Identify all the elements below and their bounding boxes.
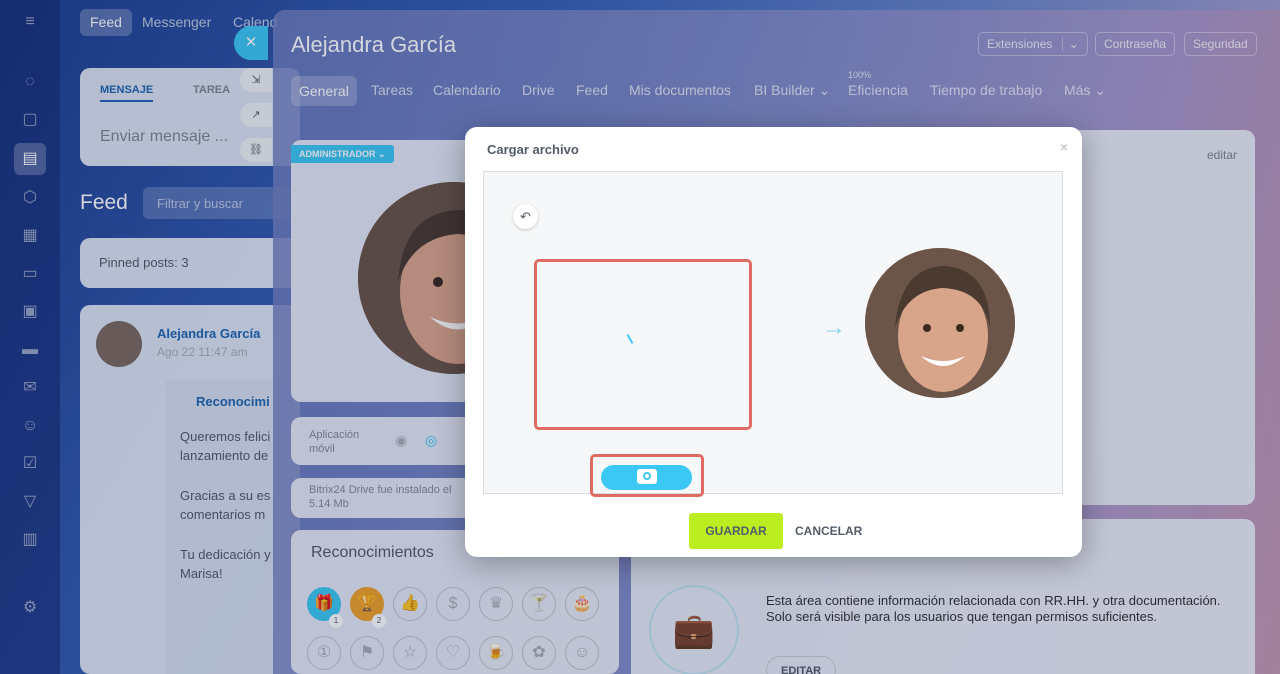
- save-button[interactable]: GUARDAR: [689, 513, 783, 549]
- dialog-title: Cargar archivo: [487, 142, 579, 157]
- arrow-right-icon: →: [822, 314, 846, 341]
- upload-dialog: Cargar archivo × ↶ → GUARDAR CANCELAR: [465, 127, 1082, 557]
- cancel-button[interactable]: CANCELAR: [795, 513, 862, 549]
- close-icon[interactable]: ×: [1060, 139, 1068, 155]
- avatar-preview: [865, 248, 1015, 398]
- camera-icon: [637, 469, 657, 484]
- editor-area: ↶ →: [483, 171, 1063, 497]
- undo-icon[interactable]: ↶: [513, 204, 538, 229]
- camera-button[interactable]: [601, 465, 692, 490]
- camera-preview[interactable]: [534, 259, 752, 430]
- loading-spinner: [626, 334, 634, 344]
